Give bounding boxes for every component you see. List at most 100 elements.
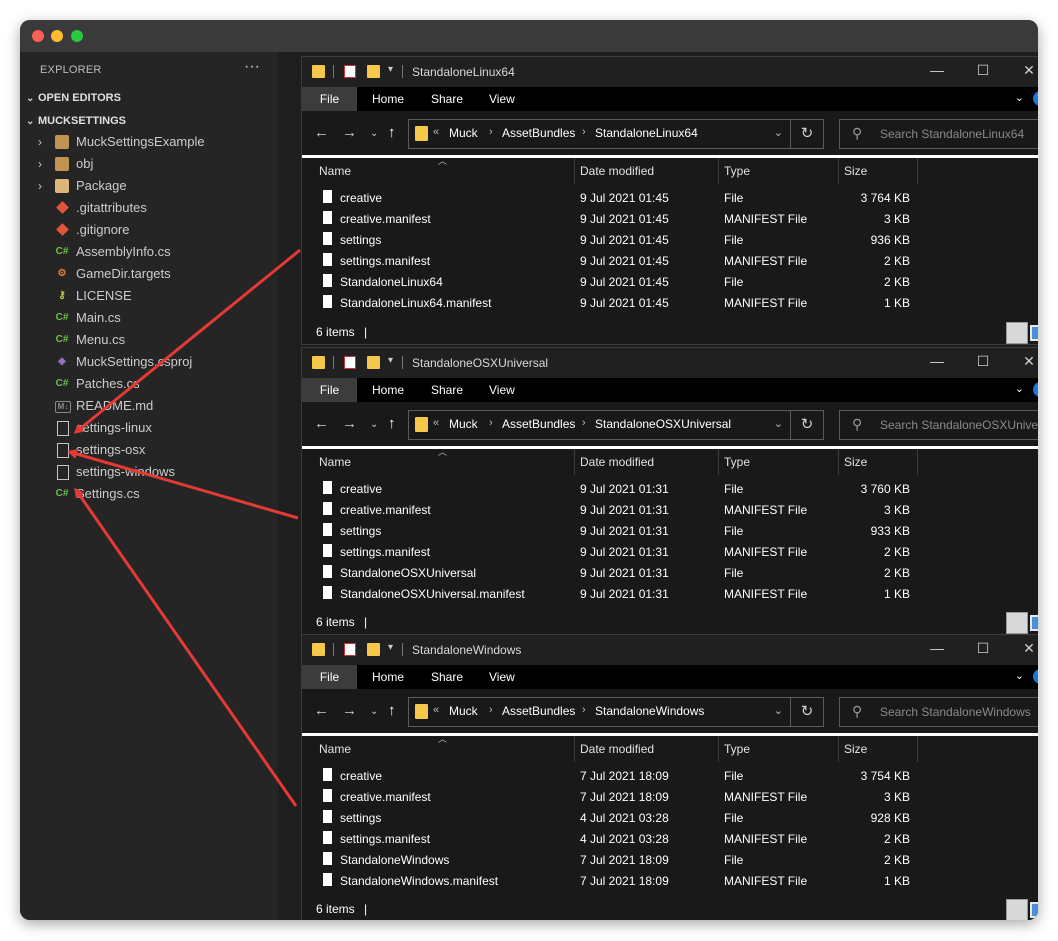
recent-locations-icon[interactable]: ⌄ [370, 419, 378, 430]
column-date[interactable]: Date modified [580, 455, 654, 469]
refresh-icon[interactable]: ↻ [790, 698, 823, 726]
minimize-window-button[interactable] [51, 30, 63, 42]
minimize-icon[interactable]: — [927, 640, 947, 656]
column-type[interactable]: Type [724, 164, 750, 178]
open-editors-section[interactable]: ⌄ OPEN EDITORS [26, 88, 121, 108]
quick-access-dropdown-icon[interactable]: ▾ [388, 355, 393, 366]
help-icon[interactable]: ? [1033, 91, 1038, 106]
more-actions-icon[interactable]: ··· [244, 58, 260, 76]
breadcrumb-item[interactable]: Muck [449, 126, 478, 140]
address-bar[interactable]: « Muck › AssetBundles › StandaloneOSXUniversa… [408, 410, 824, 440]
breadcrumb-overflow-icon[interactable]: « [433, 126, 439, 138]
tree-item[interactable]: settings-windows [20, 461, 278, 483]
tree-item[interactable]: ⚷ LICENSE [20, 285, 278, 307]
refresh-icon[interactable]: ↻ [790, 120, 823, 148]
address-bar[interactable]: « Muck › AssetBundles › StandaloneWindows ⌄ ↻ [408, 697, 824, 727]
column-divider[interactable] [718, 449, 719, 475]
maximize-icon[interactable]: ☐ [973, 353, 993, 370]
maximize-icon[interactable]: ☐ [973, 640, 993, 657]
table-row[interactable]: StandaloneOSXUniversal.manifest 9 Jul 202… [302, 583, 1038, 604]
search-box[interactable]: ⚲ Search StandaloneOSXUnive... [839, 410, 1038, 440]
chevron-down-icon[interactable]: ⌄ [1015, 91, 1024, 104]
column-name[interactable]: Name [319, 742, 351, 756]
column-divider[interactable] [718, 736, 719, 762]
large-icons-view-icon[interactable] [1030, 902, 1038, 918]
recent-locations-icon[interactable]: ⌄ [370, 128, 378, 139]
tab-share[interactable]: Share [431, 665, 463, 689]
breadcrumb-item[interactable]: StandaloneLinux64 [595, 126, 698, 140]
tree-item[interactable]: C# Menu.cs [20, 329, 278, 351]
column-divider[interactable] [917, 158, 918, 184]
up-arrow-icon[interactable]: ↑ [388, 124, 396, 141]
tab-file[interactable]: File [302, 87, 357, 111]
tab-home[interactable]: Home [372, 378, 404, 402]
forward-arrow-icon[interactable]: → [342, 124, 357, 141]
table-row[interactable]: settings.manifest 9 Jul 2021 01:45 MANIFES… [302, 250, 1038, 271]
zoom-window-button[interactable] [71, 30, 83, 42]
column-type[interactable]: Type [724, 455, 750, 469]
column-divider[interactable] [838, 158, 839, 184]
breadcrumb-item[interactable]: AssetBundles [502, 126, 575, 140]
new-folder-icon[interactable] [367, 356, 380, 369]
minimize-icon[interactable]: — [927, 62, 947, 78]
table-row[interactable]: settings 9 Jul 2021 01:31 File 933 KB [302, 520, 1038, 541]
details-view-icon[interactable] [1006, 899, 1028, 920]
tab-home[interactable]: Home [372, 665, 404, 689]
column-size[interactable]: Size [844, 742, 867, 756]
table-row[interactable]: settings.manifest 9 Jul 2021 01:31 MANIFES… [302, 541, 1038, 562]
table-row[interactable]: creative.manifest 9 Jul 2021 01:45 MANIFES… [302, 208, 1038, 229]
tree-item[interactable]: ◈ MuckSettings.csproj [20, 351, 278, 373]
close-icon[interactable]: ✕ [1019, 62, 1038, 79]
breadcrumb-item[interactable]: Muck [449, 704, 478, 718]
address-bar[interactable]: « Muck › AssetBundles › StandaloneLinux64 ⌄ ↻ [408, 119, 824, 149]
up-arrow-icon[interactable]: ↑ [388, 702, 396, 719]
back-arrow-icon[interactable]: ← [314, 415, 329, 432]
tab-file[interactable]: File [302, 665, 357, 689]
breadcrumb-overflow-icon[interactable]: « [433, 704, 439, 716]
forward-arrow-icon[interactable]: → [342, 415, 357, 432]
tree-item[interactable]: › Package [20, 175, 278, 197]
tab-view[interactable]: View [489, 87, 515, 111]
tree-item[interactable]: ⚙ GameDir.targets [20, 263, 278, 285]
tree-item[interactable]: › MuckSettingsExample [20, 131, 278, 153]
column-divider[interactable] [574, 736, 575, 762]
tree-item[interactable]: .gitattributes [20, 197, 278, 219]
chevron-down-icon[interactable]: ⌄ [774, 126, 783, 139]
close-icon[interactable]: ✕ [1019, 353, 1038, 370]
back-arrow-icon[interactable]: ← [314, 124, 329, 141]
table-row[interactable]: creative 9 Jul 2021 01:31 File 3 760 KB [302, 478, 1038, 499]
tree-item[interactable]: M↓ README.md [20, 395, 278, 417]
breadcrumb-item[interactable]: StandaloneWindows [595, 704, 704, 718]
tab-home[interactable]: Home [372, 87, 404, 111]
breadcrumb-item[interactable]: AssetBundles [502, 704, 575, 718]
details-view-icon[interactable] [1006, 322, 1028, 344]
chevron-down-icon[interactable]: ⌄ [774, 704, 783, 717]
table-row[interactable]: creative.manifest 7 Jul 2021 18:09 MANIFES… [302, 786, 1038, 807]
table-row[interactable]: settings.manifest 4 Jul 2021 03:28 MANIFES… [302, 828, 1038, 849]
chevron-down-icon[interactable]: ⌄ [774, 417, 783, 430]
tab-share[interactable]: Share [431, 87, 463, 111]
column-divider[interactable] [574, 449, 575, 475]
column-divider[interactable] [838, 736, 839, 762]
column-name[interactable]: Name [319, 164, 351, 178]
tab-view[interactable]: View [489, 378, 515, 402]
table-row[interactable]: settings 9 Jul 2021 01:45 File 936 KB [302, 229, 1038, 250]
tab-file[interactable]: File [302, 378, 357, 402]
column-size[interactable]: Size [844, 164, 867, 178]
column-name[interactable]: Name [319, 455, 351, 469]
large-icons-view-icon[interactable] [1030, 615, 1038, 631]
column-size[interactable]: Size [844, 455, 867, 469]
project-section[interactable]: ⌄ MUCKSETTINGS [26, 111, 126, 131]
new-folder-icon[interactable] [367, 65, 380, 78]
back-arrow-icon[interactable]: ← [314, 702, 329, 719]
table-row[interactable]: settings 4 Jul 2021 03:28 File 928 KB [302, 807, 1038, 828]
properties-icon[interactable] [344, 643, 356, 656]
table-row[interactable]: StandaloneLinux64 9 Jul 2021 01:45 File 2 K… [302, 271, 1038, 292]
large-icons-view-icon[interactable] [1030, 325, 1038, 341]
table-row[interactable]: StandaloneLinux64.manifest 9 Jul 2021 01:… [302, 292, 1038, 313]
recent-locations-icon[interactable]: ⌄ [370, 706, 378, 717]
chevron-down-icon[interactable]: ⌄ [1015, 669, 1024, 682]
column-type[interactable]: Type [724, 742, 750, 756]
up-arrow-icon[interactable]: ↑ [388, 415, 396, 432]
quick-access-dropdown-icon[interactable]: ▾ [388, 642, 393, 653]
